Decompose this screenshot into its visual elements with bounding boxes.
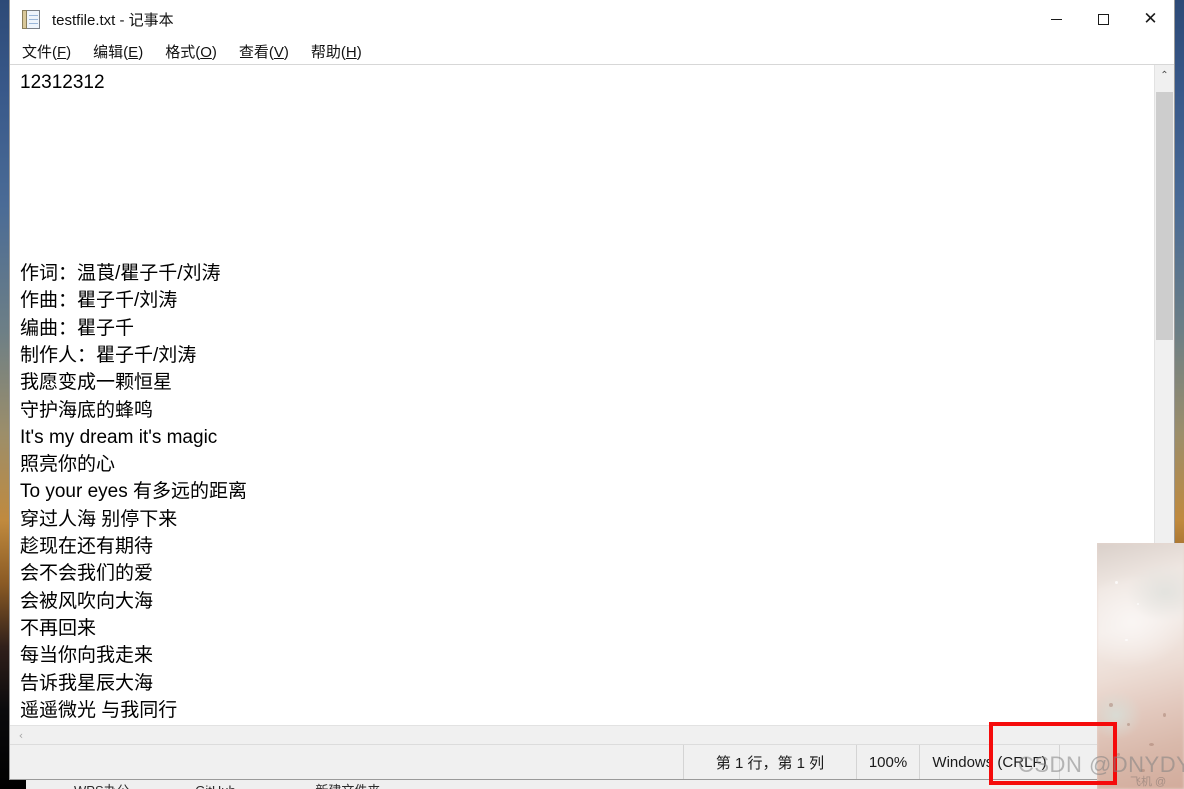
status-cursor-position: 第 1 行，第 1 列 [683, 745, 856, 779]
notepad-window: testfile.txt - 记事本 ✕ 文件(F) 编辑(E) 格式(O) 查… [9, 0, 1175, 780]
editor-line: 遥遥微光 与我同行 [20, 699, 178, 721]
editor-line: 12312312 [20, 72, 105, 93]
editor-line: 编曲：瞿子千 [20, 317, 135, 339]
title-bar[interactable]: testfile.txt - 记事本 ✕ [10, 0, 1174, 38]
menu-item-file[interactable]: 文件(F) [22, 41, 71, 62]
editor-line: 穿过人海 别停下来 [20, 508, 178, 530]
horizontal-scrollbar[interactable]: ‹ [10, 725, 1174, 744]
status-bar-spacer [10, 745, 683, 779]
editor-line: 趁现在还有期待 [20, 536, 154, 558]
scroll-up-arrow-icon[interactable]: ⌃ [1155, 65, 1174, 85]
vertical-scrollbar-thumb[interactable] [1156, 92, 1173, 340]
editor-line: It's my dream it's magic [20, 426, 218, 448]
editor-line: 制作人：瞿子千/刘涛 [20, 344, 197, 366]
editor-line: 会不会我们的爱 [20, 563, 154, 585]
notepad-icon [21, 8, 43, 30]
close-button[interactable]: ✕ [1127, 0, 1174, 38]
scroll-left-arrow-icon[interactable]: ‹ [12, 726, 30, 744]
screen: WPS办公 GitHub 新建文件夹 testfile.txt - 记事本 [0, 0, 1184, 789]
background-tab-2: GitHub [195, 783, 235, 789]
overlay-photo [1097, 543, 1184, 789]
menu-item-edit[interactable]: 编辑(E) [93, 41, 143, 62]
editor-line: 照亮你的心 [20, 454, 116, 476]
maximize-button[interactable] [1080, 0, 1127, 38]
editor-line: 告诉我星辰大海 [20, 672, 154, 694]
editor-line: To your eyes 有多远的距离 [20, 481, 247, 503]
status-line-ending: Windows (CRLF) [919, 745, 1059, 779]
menu-item-view[interactable]: 查看(V) [239, 41, 289, 62]
status-zoom-level: 100% [856, 745, 919, 779]
editor-line: 会被风吹向大海 [20, 590, 154, 612]
editor-line: 不再回来 [20, 617, 97, 639]
editor-line: 作曲：瞿子千/刘涛 [20, 290, 178, 312]
text-editor[interactable]: 12312312 作词：温莨/瞿子千/刘涛 作曲：瞿子千/刘涛 编曲：瞿子千制作人：… [10, 65, 1154, 725]
editor-area: 12312312 作词：温莨/瞿子千/刘涛 作曲：瞿子千/刘涛 编曲：瞿子千制作人：… [10, 64, 1174, 725]
window-controls: ✕ [1033, 0, 1174, 38]
status-bar: 第 1 行，第 1 列 100% Windows (CRLF) UTF-8 [10, 744, 1174, 779]
menu-item-format[interactable]: 格式(O) [165, 41, 217, 62]
menu-bar: 文件(F) 编辑(E) 格式(O) 查看(V) 帮助(H) [10, 38, 1174, 64]
window-title: testfile.txt - 记事本 [52, 11, 174, 29]
minimize-button[interactable] [1033, 0, 1080, 38]
background-tabs: WPS办公 GitHub 新建文件夹 [26, 780, 1184, 789]
menu-item-help[interactable]: 帮助(H) [311, 41, 362, 62]
title-bar-left: testfile.txt - 记事本 [10, 8, 174, 30]
editor-line: 每当你向我走来 [20, 645, 154, 667]
editor-line: 作词：温莨/瞿子千/刘涛 [20, 263, 221, 285]
editor-line: 我愿变成一颗恒星 [20, 372, 173, 394]
background-tab-1: WPS办公 [74, 780, 130, 789]
editor-line: 守护海底的蜂鸣 [20, 399, 154, 421]
background-tab-3: 新建文件夹 [315, 780, 380, 789]
